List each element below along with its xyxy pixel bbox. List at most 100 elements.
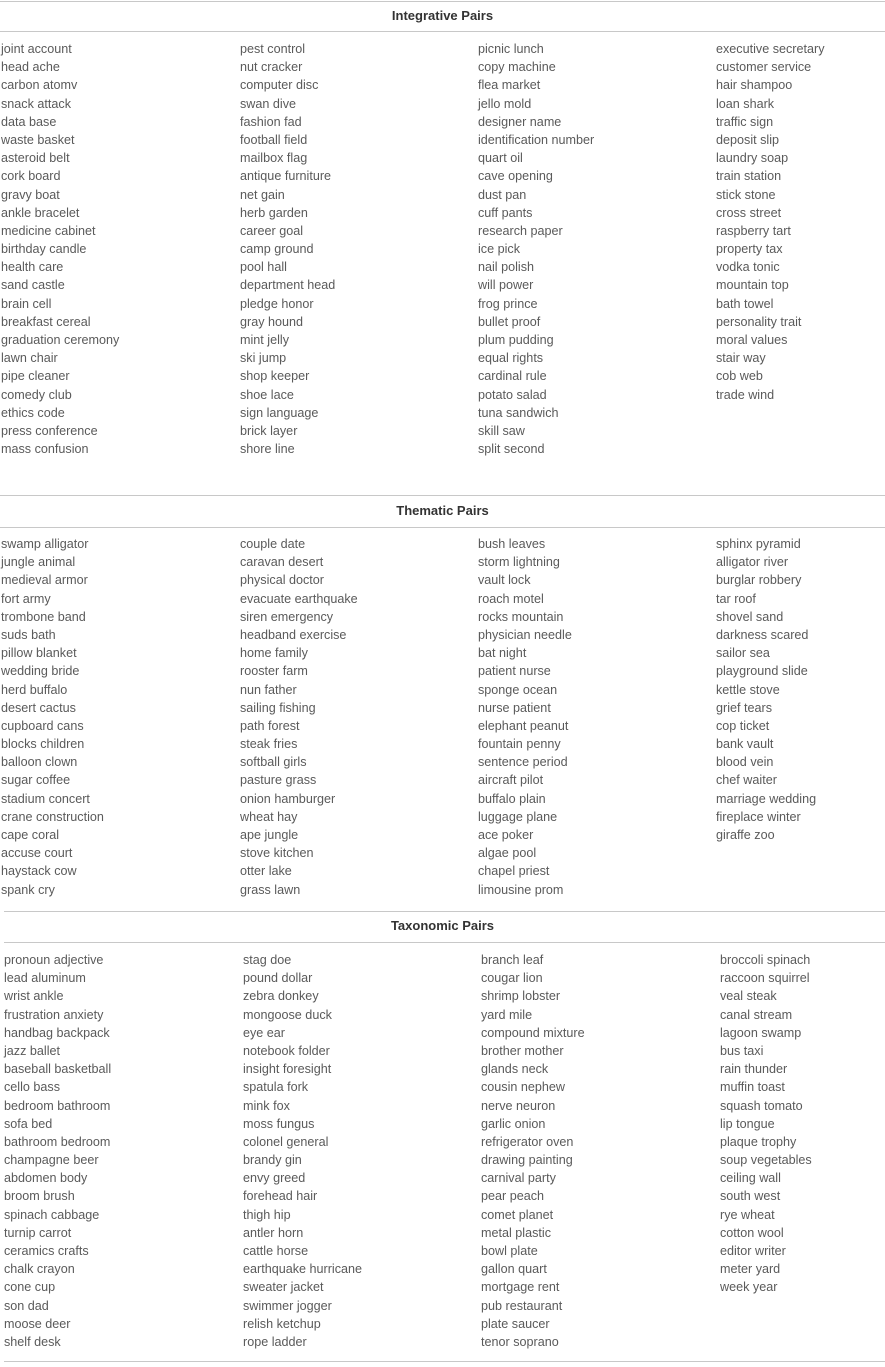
word-pair: crane construction [1,809,104,824]
word-pair: will power [478,278,534,293]
word-pair: algae pool [478,846,537,861]
word-pair: head ache [1,60,60,75]
word-pair: sphinx pyramid [716,537,801,551]
word-pair: nerve neuron [481,1098,556,1113]
word-pair: squash tomato [720,1098,803,1113]
word-pair: picnic lunch [478,42,544,56]
word-pair: rocks mountain [478,609,564,624]
word-pair: bush leaves [478,537,546,551]
word-pair: headband exercise [240,627,347,642]
word-pair: insight foresight [243,1062,332,1077]
word-pair: trade wind [716,387,775,402]
word-pair: rain thunder [720,1062,788,1077]
column-1: pronoun adjective lead aluminum wrist ankl… [4,951,111,1351]
word-pair: soup vegetables [720,1153,812,1168]
column-2: stag doe pound dollar zebra donkey mongoose… [243,951,362,1351]
word-pair: nurse patient [478,700,551,715]
word-pair: sentence period [478,755,568,770]
word-pair: meter yard [720,1262,781,1277]
word-pair: brandy gin [243,1153,302,1168]
word-pair: haystack cow [1,864,77,879]
word-pair: ceramics crafts [4,1244,89,1258]
word-pair: rope ladder [243,1334,307,1349]
word-pair: vodka tonic [716,260,780,275]
word-pair: copy machine [478,60,556,75]
word-pair: marriage wedding [716,791,817,806]
word-pair: mint jelly [240,333,289,347]
word-pair: gallon quart [481,1262,547,1277]
word-pair: nut cracker [240,60,303,75]
word-pair: mountain top [716,278,789,293]
word-pair: pillow blanket [1,646,77,661]
word-pair: relish ketchup [243,1316,321,1331]
word-pair: cello bass [4,1080,61,1095]
word-pair: desert cactus [1,700,76,715]
column-2: couple date caravan desert physical doctor… [240,535,358,899]
word-pair: cape coral [1,828,60,842]
word-pair: bus taxi [720,1043,764,1058]
word-pair: otter lake [240,864,292,879]
word-pair: sailing fishing [240,700,316,715]
word-pair: bat night [478,646,527,661]
word-pair: handbag backpack [4,1025,110,1040]
word-pair: cousin nephew [481,1080,566,1095]
word-pair: research paper [478,223,563,238]
word-pair: cattle horse [243,1244,309,1258]
word-pair: raspberry tart [716,223,791,238]
word-pair: brother mother [481,1043,564,1058]
word-pair: yard mile [481,1007,533,1022]
word-pair: dust pan [478,187,527,202]
word-pair: brain cell [1,296,52,311]
word-pair: sofa bed [4,1116,53,1131]
word-pair: plum pudding [478,333,554,347]
word-pair: sweater jacket [243,1280,324,1295]
word-pair: cupboard cans [1,718,84,733]
word-pair: pest control [240,42,306,56]
word-pair: quart oil [478,151,523,166]
word-pair: glands neck [481,1062,549,1077]
bottom-rule [4,1361,885,1362]
word-pair: property tax [716,242,783,257]
word-pair: fountain penny [478,737,561,752]
word-pair: siren emergency [240,609,334,624]
word-pair: department head [240,278,336,293]
word-pair: equal rights [478,351,544,366]
word-pair: shop keeper [240,369,310,384]
word-pair: pasture grass [240,773,317,788]
word-pair: tar roof [716,591,756,606]
column-1: joint account head ache carbon atomv snack … [1,40,119,458]
word-pair: wheat hay [240,809,298,824]
word-pair: pool hall [240,260,287,275]
word-pair: data base [1,114,57,129]
word-pair: career goal [240,223,304,238]
word-pair: grass lawn [240,882,301,897]
section-title: Integrative Pairs [391,8,494,23]
word-pair: thigh hip [243,1207,291,1222]
word-pair: traffic sign [716,114,774,129]
word-pair: broom brush [4,1189,75,1204]
word-pair: bath towel [716,296,774,311]
word-pair: wrist ankle [4,989,64,1004]
word-pair: patient nurse [478,664,551,679]
word-pair: lawn chair [1,351,58,366]
word-pair: fashion fad [240,114,302,129]
word-pair: ethics code [1,405,65,420]
word-pair: shrimp lobster [481,989,561,1004]
word-pair: breakfast cereal [1,314,91,329]
word-pair: spatula fork [243,1080,309,1095]
word-pair: roach motel [478,591,544,606]
word-pair: pronoun adjective [4,953,104,967]
word-pair: physician needle [478,627,572,642]
word-pair: personality trait [716,314,802,329]
header-rule [0,31,885,32]
word-pair: ape jungle [240,828,299,842]
word-pair: balloon clown [1,755,78,770]
word-pair: designer name [478,114,562,129]
word-pair: mailbox flag [240,151,308,166]
header-rule [0,527,885,528]
word-pair: caravan desert [240,555,324,570]
word-pair: jungle animal [1,555,76,570]
word-pair: south west [720,1189,781,1204]
word-pair: cop ticket [716,718,770,733]
word-pair: swimmer jogger [243,1298,332,1313]
